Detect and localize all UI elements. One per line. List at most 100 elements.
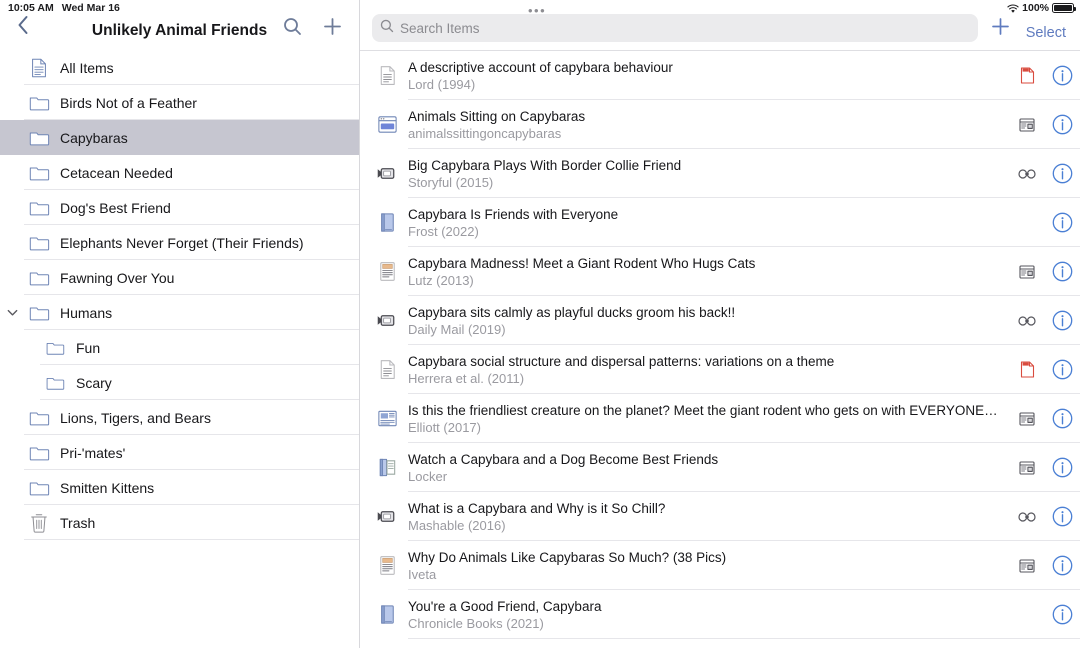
sidebar-item-scary[interactable]: Scary bbox=[0, 365, 359, 400]
item-title: A descriptive account of capybara behavi… bbox=[408, 59, 673, 75]
plus-icon bbox=[323, 17, 342, 41]
sidebar-item-all-items[interactable]: All Items bbox=[0, 50, 359, 85]
search-button[interactable] bbox=[279, 16, 305, 42]
sidebar-item-humans[interactable]: Humans bbox=[0, 295, 359, 330]
back-button[interactable] bbox=[8, 12, 38, 42]
sidebar-item-label: Capybaras bbox=[60, 129, 128, 146]
sidebar-item-label: Dog's Best Friend bbox=[60, 199, 171, 216]
sidebar-item-capybaras[interactable]: Capybaras bbox=[0, 120, 359, 155]
collections-list[interactable]: All Items Birds Not of a Feather Capybaras… bbox=[0, 50, 359, 648]
item-subtitle: Lutz (2013) bbox=[408, 272, 474, 288]
sidebar-item-smitten-kittens[interactable]: Smitten Kittens bbox=[0, 470, 359, 505]
add-item-button[interactable] bbox=[988, 16, 1014, 42]
item-row[interactable]: Is this the friendliest creature on the … bbox=[360, 394, 1080, 443]
item-text-block: A descriptive account of capybara behavi… bbox=[408, 59, 1010, 93]
snapshot-attachment-icon[interactable] bbox=[1010, 117, 1044, 133]
info-circle-icon[interactable] bbox=[1044, 506, 1080, 527]
sidebar-item-fawning-over-you[interactable]: Fawning Over You bbox=[0, 260, 359, 295]
info-circle-icon[interactable] bbox=[1044, 212, 1080, 233]
search-placeholder: Search Items bbox=[400, 20, 480, 36]
items-list[interactable]: A descriptive account of capybara behavi… bbox=[360, 50, 1080, 648]
video-icon bbox=[372, 162, 402, 185]
item-row[interactable]: A descriptive account of capybara behavi… bbox=[360, 51, 1080, 100]
pane-resize-handle[interactable]: ••• bbox=[528, 4, 546, 17]
item-subtitle: Storyful (2015) bbox=[408, 174, 494, 190]
item-row[interactable]: Big Capybara Plays With Border Collie Fr… bbox=[360, 149, 1080, 198]
pdf-attachment-icon[interactable] bbox=[1010, 67, 1044, 84]
item-subtitle: Iveta bbox=[408, 566, 437, 582]
item-row[interactable]: Capybara social structure and dispersal … bbox=[360, 345, 1080, 394]
sidebar-item-trash[interactable]: Trash bbox=[0, 505, 359, 540]
item-title: Watch a Capybara and a Dog Become Best F… bbox=[408, 451, 719, 467]
app-root: 10:05 AM Wed Mar 16 100% ••• Unlikely An… bbox=[0, 0, 1080, 648]
link-attachment-icon[interactable] bbox=[1010, 315, 1044, 327]
book-icon bbox=[372, 211, 402, 234]
item-text-block: Big Capybara Plays With Border Collie Fr… bbox=[408, 157, 1010, 191]
book-section-icon bbox=[372, 456, 402, 479]
select-button[interactable]: Select bbox=[1024, 25, 1070, 42]
item-row[interactable]: What is a Capybara and Why is it So Chil… bbox=[360, 492, 1080, 541]
info-circle-icon[interactable] bbox=[1044, 408, 1080, 429]
item-subtitle: Elliott (2017) bbox=[408, 419, 481, 435]
chevron-down-icon[interactable] bbox=[0, 306, 24, 319]
sidebar-item-lions-tigers-and-bears[interactable]: Lions, Tigers, and Bears bbox=[0, 400, 359, 435]
info-circle-icon[interactable] bbox=[1044, 555, 1080, 576]
pdf-attachment-icon[interactable] bbox=[1010, 361, 1044, 378]
item-title: Is this the friendliest creature on the … bbox=[408, 402, 998, 418]
info-circle-icon[interactable] bbox=[1044, 604, 1080, 625]
sidebar-item-dog-s-best-friend[interactable]: Dog's Best Friend bbox=[0, 190, 359, 225]
info-circle-icon[interactable] bbox=[1044, 114, 1080, 135]
info-circle-icon[interactable] bbox=[1044, 261, 1080, 282]
item-row[interactable]: Capybara Madness! Meet a Giant Rodent Wh… bbox=[360, 247, 1080, 296]
video-icon bbox=[372, 309, 402, 332]
item-row[interactable]: You're a Good Friend, Capybara Chronicle … bbox=[360, 590, 1080, 639]
add-collection-button[interactable] bbox=[319, 16, 345, 42]
newspaper-article-icon bbox=[372, 407, 402, 430]
item-title: Why Do Animals Like Capybaras So Much? (… bbox=[408, 549, 727, 565]
item-row[interactable]: Capybara Is Friends with Everyone Frost (… bbox=[360, 198, 1080, 247]
sidebar-item-label: Humans bbox=[60, 304, 113, 321]
info-circle-icon[interactable] bbox=[1044, 310, 1080, 331]
item-text-block: You're a Good Friend, Capybara Chronicle … bbox=[408, 598, 1010, 632]
item-subtitle: animalssittingoncapybaras bbox=[408, 125, 562, 141]
item-row[interactable]: Animals Sitting on Capybaras animalssitti… bbox=[360, 100, 1080, 149]
item-text-block: Capybara sits calmly as playful ducks gr… bbox=[408, 304, 1010, 338]
document-icon bbox=[372, 358, 402, 381]
info-circle-icon[interactable] bbox=[1044, 163, 1080, 184]
sidebar-item-label: Cetacean Needed bbox=[60, 164, 173, 181]
item-text-block: What is a Capybara and Why is it So Chil… bbox=[408, 500, 1010, 534]
folder-icon bbox=[40, 338, 70, 358]
search-icon bbox=[380, 19, 394, 38]
item-title: Capybara social structure and dispersal … bbox=[408, 353, 835, 369]
row-separator bbox=[24, 539, 359, 540]
folder-icon bbox=[24, 197, 54, 219]
item-text-block: Capybara Is Friends with Everyone Frost (… bbox=[408, 206, 1010, 240]
item-row[interactable]: Capybara sits calmly as playful ducks gr… bbox=[360, 296, 1080, 345]
document-icon bbox=[372, 64, 402, 87]
item-row[interactable]: Why Do Animals Like Capybaras So Much? (… bbox=[360, 541, 1080, 590]
sidebar-nav-actions bbox=[279, 16, 351, 42]
video-icon bbox=[372, 505, 402, 528]
folder-icon bbox=[24, 127, 54, 149]
sidebar-item-elephants-never-forget-their-friends[interactable]: Elephants Never Forget (Their Friends) bbox=[0, 225, 359, 260]
info-circle-icon[interactable] bbox=[1044, 359, 1080, 380]
folder-icon bbox=[24, 302, 54, 324]
snapshot-attachment-icon[interactable] bbox=[1010, 411, 1044, 427]
link-attachment-icon[interactable] bbox=[1010, 168, 1044, 180]
info-circle-icon[interactable] bbox=[1044, 65, 1080, 86]
item-text-block: Why Do Animals Like Capybaras So Much? (… bbox=[408, 549, 1010, 583]
sidebar-item-cetacean-needed[interactable]: Cetacean Needed bbox=[0, 155, 359, 190]
item-row[interactable]: Watch a Capybara and a Dog Become Best F… bbox=[360, 443, 1080, 492]
snapshot-attachment-icon[interactable] bbox=[1010, 264, 1044, 280]
item-title: Capybara Madness! Meet a Giant Rodent Wh… bbox=[408, 255, 756, 271]
sidebar-item-birds-not-of-a-feather[interactable]: Birds Not of a Feather bbox=[0, 85, 359, 120]
sidebar-item-label: Trash bbox=[60, 514, 96, 531]
link-attachment-icon[interactable] bbox=[1010, 511, 1044, 523]
snapshot-attachment-icon[interactable] bbox=[1010, 558, 1044, 574]
folder-icon bbox=[24, 162, 54, 184]
sidebar-item-pri-mates[interactable]: Pri-'mates' bbox=[0, 435, 359, 470]
search-input[interactable]: Search Items bbox=[372, 14, 978, 42]
snapshot-attachment-icon[interactable] bbox=[1010, 460, 1044, 476]
sidebar-item-fun[interactable]: Fun bbox=[0, 330, 359, 365]
info-circle-icon[interactable] bbox=[1044, 457, 1080, 478]
